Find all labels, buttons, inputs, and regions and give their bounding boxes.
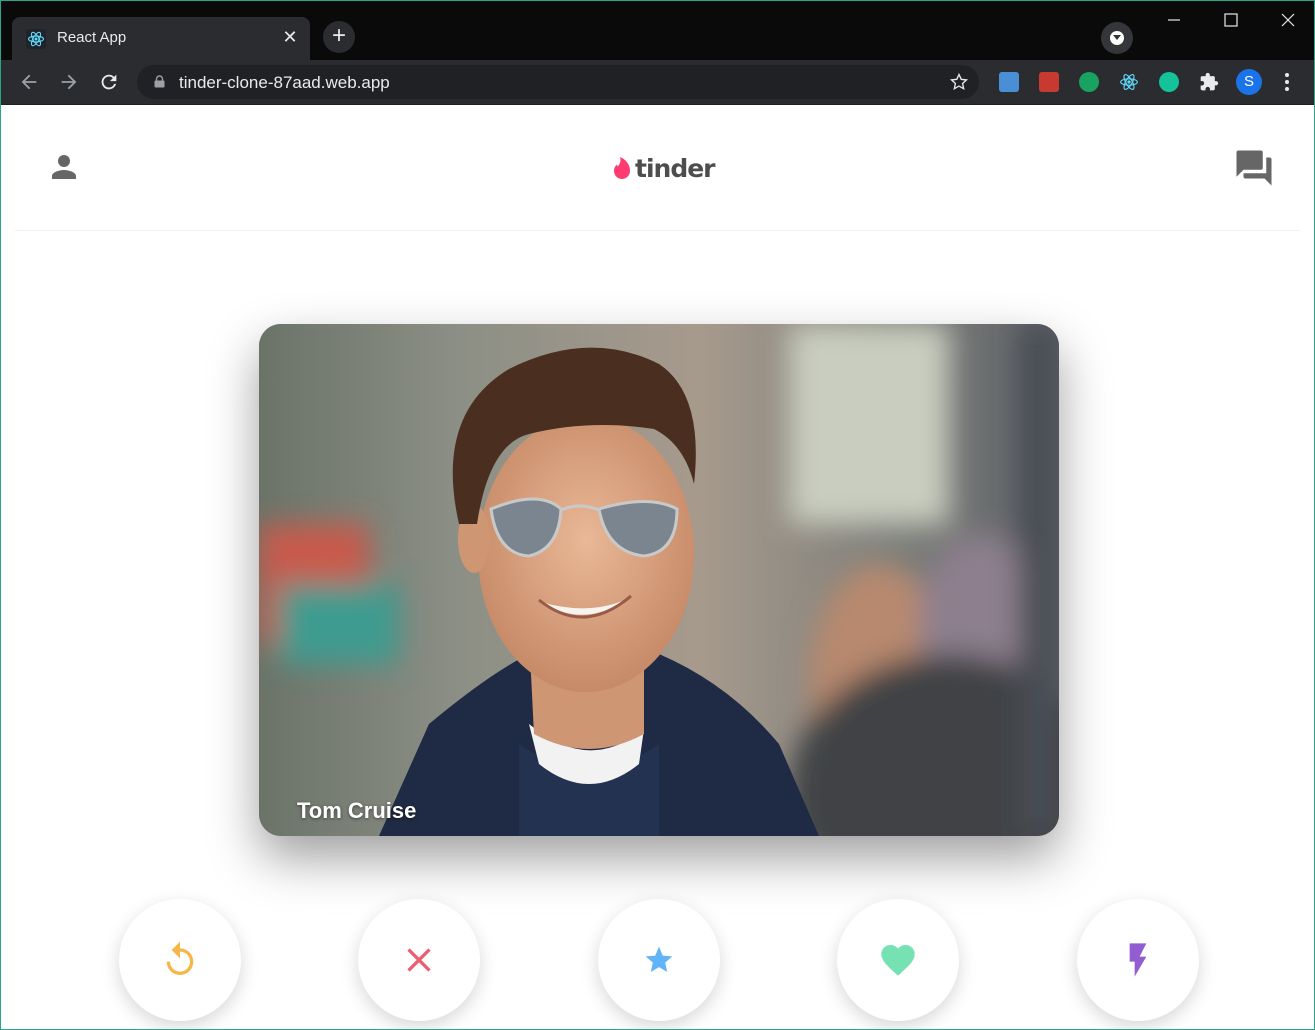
close-icon bbox=[407, 948, 431, 972]
profile-photo bbox=[259, 324, 1059, 836]
undo-button[interactable] bbox=[119, 899, 241, 1021]
nope-button[interactable] bbox=[358, 899, 480, 1021]
maximize-button[interactable] bbox=[1202, 1, 1259, 39]
bookmark-extension-icon[interactable] bbox=[1039, 72, 1059, 92]
heart-icon bbox=[881, 944, 915, 976]
react-devtools-icon[interactable] bbox=[1119, 72, 1139, 92]
boost-button[interactable] bbox=[1077, 899, 1199, 1021]
super-like-button[interactable] bbox=[598, 899, 720, 1021]
flame-icon bbox=[614, 157, 631, 180]
profile-avatar[interactable]: S bbox=[1236, 69, 1262, 95]
like-button[interactable] bbox=[837, 899, 959, 1021]
flash-icon bbox=[1129, 943, 1147, 977]
profile-name: Tom Cruise bbox=[297, 798, 417, 823]
person-icon[interactable] bbox=[46, 149, 82, 185]
profile-card[interactable]: Tom Cruise bbox=[259, 324, 1059, 836]
forward-arrow-icon[interactable] bbox=[58, 71, 80, 93]
new-tab-button[interactable]: + bbox=[323, 21, 355, 53]
star-icon bbox=[645, 946, 673, 972]
translate-extension-icon[interactable] bbox=[999, 72, 1019, 92]
lock-icon[interactable] bbox=[154, 75, 165, 88]
tinder-logo: tinder bbox=[613, 152, 715, 184]
logo-text: tinder bbox=[635, 153, 715, 183]
browser-tab[interactable]: React App ✕ bbox=[12, 17, 310, 60]
shopping-extension-icon[interactable] bbox=[1079, 72, 1099, 92]
back-arrow-icon[interactable] bbox=[18, 71, 40, 93]
browser-window: React App ✕ + tinder-clone-87aad.web.app bbox=[0, 0, 1315, 1030]
tab-strip: React App ✕ + bbox=[1, 1, 1314, 60]
puzzle-extensions-icon[interactable] bbox=[1199, 72, 1219, 92]
close-window-button[interactable] bbox=[1259, 1, 1314, 39]
more-menu-icon[interactable] bbox=[1279, 72, 1295, 92]
bookmark-star-icon[interactable] bbox=[949, 72, 969, 92]
header-divider bbox=[15, 230, 1300, 231]
tab-close-icon[interactable]: ✕ bbox=[280, 27, 300, 47]
react-icon bbox=[26, 29, 46, 49]
forum-chat-icon[interactable] bbox=[1233, 147, 1275, 189]
grammarly-icon[interactable] bbox=[1159, 72, 1179, 92]
tab-title: React App bbox=[57, 29, 127, 46]
url-text[interactable]: tinder-clone-87aad.web.app bbox=[179, 73, 390, 93]
tab-search-button[interactable] bbox=[1101, 22, 1133, 54]
address-bar[interactable]: tinder-clone-87aad.web.app bbox=[137, 65, 979, 99]
browser-toolbar: tinder-clone-87aad.web.app S bbox=[1, 60, 1314, 105]
replay-icon bbox=[166, 941, 194, 975]
reload-icon[interactable] bbox=[98, 71, 120, 93]
minimize-button[interactable] bbox=[1145, 1, 1202, 39]
